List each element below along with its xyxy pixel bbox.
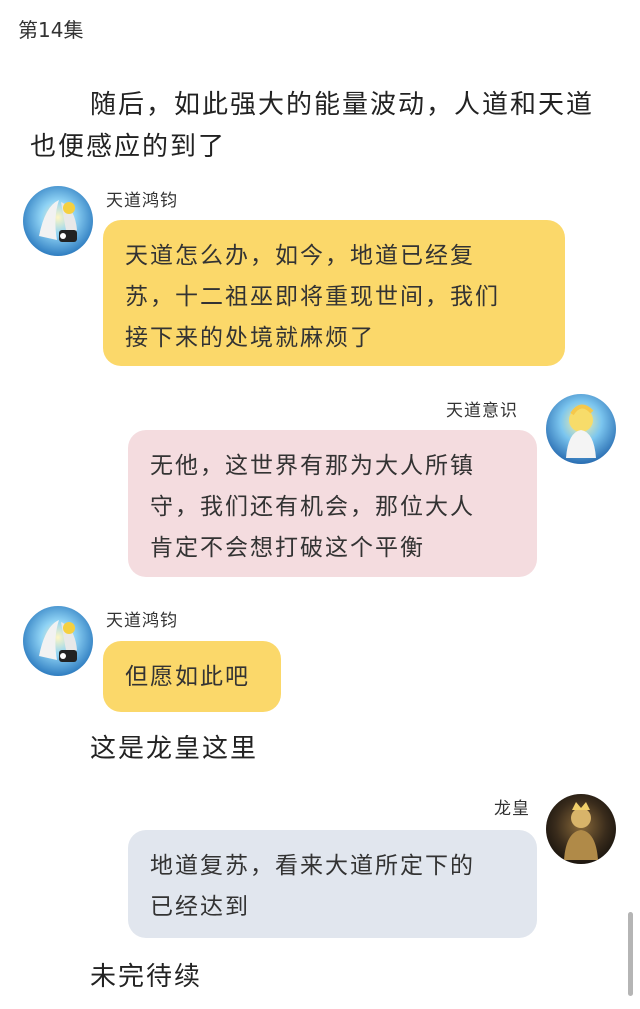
narration-line: 这是龙皇这里 xyxy=(90,734,259,764)
message-line: 守，我们还有机会，那位大人 xyxy=(150,494,475,520)
avatar-hongjun[interactable] xyxy=(23,606,93,676)
speaker-name: 龙皇 xyxy=(494,799,530,819)
message-bubble: 天道怎么办，如今，地道已经复 苏，十二祖巫即将重现世间，我们 接下来的处境就麻烦… xyxy=(103,220,565,366)
message-bubble: 但愿如此吧 xyxy=(103,641,281,712)
avatar-hongjun-icon xyxy=(23,606,93,676)
message-line: 无他，这世界有那为大人所镇 xyxy=(150,453,475,479)
speaker-name: 天道鸿钧 xyxy=(106,611,178,631)
narration-line: 随后，如此强大的能量波动，人道和天道 xyxy=(90,90,595,120)
message-bubble: 无他，这世界有那为大人所镇 守，我们还有机会，那位大人 肯定不会想打破这个平衡 xyxy=(128,430,537,577)
avatar-tiandao-yishi[interactable] xyxy=(546,394,616,464)
chapter-title: 第14集 xyxy=(18,18,84,42)
message-bubble: 地道复苏，看来大道所定下的 已经达到 xyxy=(128,830,537,938)
message-line: 地道复苏，看来大道所定下的 xyxy=(150,853,475,879)
scrollbar[interactable] xyxy=(628,912,633,996)
speaker-name: 天道意识 xyxy=(446,401,518,421)
avatar-tiandao-yishi-icon xyxy=(546,394,616,464)
narration-line: 未完待续 xyxy=(90,962,203,992)
message-line: 但愿如此吧 xyxy=(125,664,250,690)
avatar-longhuang-icon xyxy=(546,794,616,864)
message-line: 苏，十二祖巫即将重现世间，我们 xyxy=(125,284,500,310)
avatar-longhuang[interactable] xyxy=(546,794,616,864)
message-line: 接下来的处境就麻烦了 xyxy=(125,325,375,351)
message-line: 已经达到 xyxy=(150,894,250,920)
avatar-hongjun[interactable] xyxy=(23,186,93,256)
message-line: 天道怎么办，如今，地道已经复 xyxy=(125,243,475,269)
narration-line: 也便感应的到了 xyxy=(30,132,227,162)
message-line: 肯定不会想打破这个平衡 xyxy=(150,535,425,561)
speaker-name: 天道鸿钧 xyxy=(106,191,178,211)
avatar-hongjun-icon xyxy=(23,186,93,256)
